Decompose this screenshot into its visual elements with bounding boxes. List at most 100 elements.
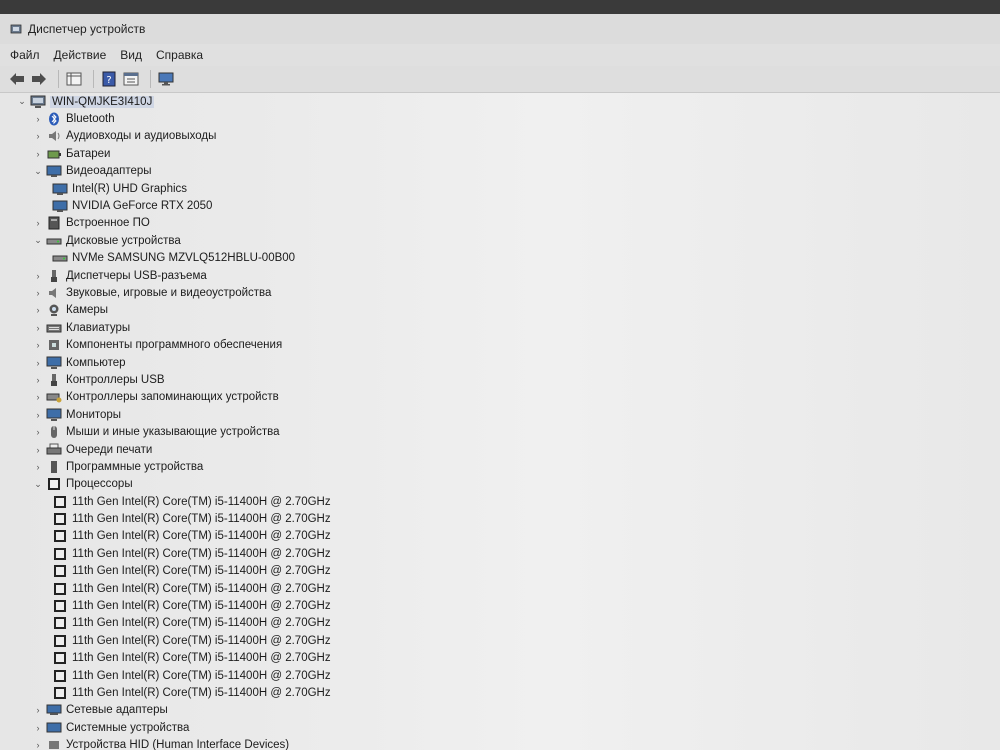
tree-device-label: 11th Gen Intel(R) Core(TM) i5-11400H @ 2… xyxy=(72,600,331,613)
audio-icon xyxy=(46,129,62,143)
chevron-right-icon[interactable]: › xyxy=(32,358,44,368)
tree-device-node[interactable]: 11th Gen Intel(R) Core(TM) i5-11400H @ 2… xyxy=(0,545,1000,562)
tree-device-label: 11th Gen Intel(R) Core(TM) i5-11400H @ 2… xyxy=(72,530,331,543)
chevron-right-icon[interactable]: › xyxy=(32,375,44,385)
menu-help[interactable]: Справка xyxy=(156,48,203,62)
back-button[interactable] xyxy=(8,70,26,88)
firmware-icon xyxy=(46,216,62,230)
tree-category-node[interactable]: ⌄ Дисковые устройства xyxy=(0,232,1000,249)
tree-device-node[interactable]: 11th Gen Intel(R) Core(TM) i5-11400H @ 2… xyxy=(0,684,1000,701)
tree-category-node[interactable]: › Системные устройства xyxy=(0,719,1000,736)
chevron-down-icon[interactable]: ⌄ xyxy=(16,96,28,107)
tree-category-node[interactable]: › Контроллеры запоминающих устройств xyxy=(0,389,1000,406)
menu-file[interactable]: Файл xyxy=(10,48,40,62)
properties-button[interactable] xyxy=(122,70,140,88)
tree-category-node[interactable]: › Очереди печати xyxy=(0,441,1000,458)
printer-icon xyxy=(46,443,62,457)
tree-category-node[interactable]: › Камеры xyxy=(0,302,1000,319)
system-device-icon xyxy=(46,721,62,735)
tree-device-node[interactable]: 11th Gen Intel(R) Core(TM) i5-11400H @ 2… xyxy=(0,528,1000,545)
chevron-right-icon[interactable]: › xyxy=(32,340,44,350)
tree-category-node[interactable]: › Батареи xyxy=(0,145,1000,162)
tree-category-label: Видеоадаптеры xyxy=(66,165,152,178)
tree-category-node[interactable]: ⌄ Процессоры xyxy=(0,476,1000,493)
tree-device-node[interactable]: NVMe SAMSUNG MZVLQ512HBLU-00B00 xyxy=(0,250,1000,267)
monitor-small-icon xyxy=(52,182,68,196)
show-hide-console-tree-button[interactable] xyxy=(65,70,83,88)
chevron-right-icon[interactable]: › xyxy=(32,392,44,402)
tree-device-node[interactable]: 11th Gen Intel(R) Core(TM) i5-11400H @ 2… xyxy=(0,580,1000,597)
tree-category-label: Контроллеры запоминающих устройств xyxy=(66,391,279,404)
title-bar: Диспетчер устройств xyxy=(0,14,1000,44)
tree-category-node[interactable]: › Встроенное ПО xyxy=(0,215,1000,232)
menu-view[interactable]: Вид xyxy=(120,48,142,62)
processor-icon xyxy=(46,477,62,491)
tree-device-node[interactable]: 11th Gen Intel(R) Core(TM) i5-11400H @ 2… xyxy=(0,510,1000,527)
cpu-icon xyxy=(52,634,68,648)
chevron-down-icon[interactable]: ⌄ xyxy=(32,235,44,246)
tree-category-label: Клавиатуры xyxy=(66,321,131,334)
tree-category-node[interactable]: › Клавиатуры xyxy=(0,319,1000,336)
cpu-icon xyxy=(52,599,68,613)
chevron-right-icon[interactable]: › xyxy=(32,323,44,333)
scan-hardware-button[interactable] xyxy=(157,70,175,88)
chevron-right-icon[interactable]: › xyxy=(32,740,44,750)
tree-category-node[interactable]: › Сетевые адаптеры xyxy=(0,702,1000,719)
tree-device-node[interactable]: 11th Gen Intel(R) Core(TM) i5-11400H @ 2… xyxy=(0,632,1000,649)
tree-category-label: Диспетчеры USB-разъема xyxy=(66,269,207,282)
tree-device-node[interactable]: 11th Gen Intel(R) Core(TM) i5-11400H @ 2… xyxy=(0,667,1000,684)
tree-device-node[interactable]: 11th Gen Intel(R) Core(TM) i5-11400H @ 2… xyxy=(0,650,1000,667)
tree-category-node[interactable]: ⌄ Видеоадаптеры xyxy=(0,163,1000,180)
chevron-down-icon[interactable]: ⌄ xyxy=(32,166,44,177)
tree-root-node[interactable]: ⌄ WIN-QMJKE3I410J xyxy=(0,93,1000,110)
chevron-right-icon[interactable]: › xyxy=(32,410,44,420)
tree-category-label: Системные устройства xyxy=(66,721,190,734)
tree-category-label: Программные устройства xyxy=(66,460,204,473)
tree-device-node[interactable]: 11th Gen Intel(R) Core(TM) i5-11400H @ 2… xyxy=(0,563,1000,580)
tree-device-node[interactable]: 11th Gen Intel(R) Core(TM) i5-11400H @ 2… xyxy=(0,493,1000,510)
network-adapter-icon xyxy=(46,703,62,717)
chevron-right-icon[interactable]: › xyxy=(32,288,44,298)
chevron-down-icon[interactable]: ⌄ xyxy=(32,479,44,490)
properties-icon xyxy=(123,72,139,86)
tree-category-node[interactable]: › Звуковые, игровые и видеоустройства xyxy=(0,284,1000,301)
chevron-right-icon[interactable]: › xyxy=(32,131,44,141)
camera-icon xyxy=(46,303,62,317)
chevron-right-icon[interactable]: › xyxy=(32,305,44,315)
tree-category-node[interactable]: › Мыши и иные указывающие устройства xyxy=(0,423,1000,440)
tree-category-label: Мониторы xyxy=(66,408,122,421)
usb-icon xyxy=(46,373,62,387)
usb-connector-icon xyxy=(46,269,62,283)
storage-controller-icon xyxy=(46,390,62,404)
tree-device-node[interactable]: 11th Gen Intel(R) Core(TM) i5-11400H @ 2… xyxy=(0,615,1000,632)
tree-category-node[interactable]: › Мониторы xyxy=(0,406,1000,423)
tree-category-node[interactable]: › Bluetooth xyxy=(0,110,1000,127)
chevron-right-icon[interactable]: › xyxy=(32,218,44,228)
chevron-right-icon[interactable]: › xyxy=(32,149,44,159)
monitor-small-icon xyxy=(52,199,68,213)
chevron-right-icon[interactable]: › xyxy=(32,427,44,437)
chevron-right-icon[interactable]: › xyxy=(32,445,44,455)
forward-button[interactable] xyxy=(30,70,48,88)
tree-category-node[interactable]: › Контроллеры USB xyxy=(0,371,1000,388)
tree-root-label: WIN-QMJKE3I410J xyxy=(50,95,155,108)
tree-category-node[interactable]: › Программные устройства xyxy=(0,458,1000,475)
tree-device-node[interactable]: NVIDIA GeForce RTX 2050 xyxy=(0,197,1000,214)
tree-category-node[interactable]: › Компоненты программного обеспечения xyxy=(0,336,1000,353)
chevron-right-icon[interactable]: › xyxy=(32,271,44,281)
help-button[interactable]: ? xyxy=(100,70,118,88)
tree-category-node[interactable]: › Компьютер xyxy=(0,354,1000,371)
display-adapter-icon xyxy=(46,164,62,178)
chevron-right-icon[interactable]: › xyxy=(32,114,44,124)
keyboard-icon xyxy=(46,321,62,335)
cpu-icon xyxy=(52,686,68,700)
chevron-right-icon[interactable]: › xyxy=(32,723,44,733)
menu-action[interactable]: Действие xyxy=(54,48,107,62)
tree-category-node[interactable]: › Диспетчеры USB-разъема xyxy=(0,267,1000,284)
chevron-right-icon[interactable]: › xyxy=(32,462,44,472)
tree-device-node[interactable]: Intel(R) UHD Graphics xyxy=(0,180,1000,197)
chevron-right-icon[interactable]: › xyxy=(32,705,44,715)
tree-category-node[interactable]: › Аудиовходы и аудиовыходы xyxy=(0,128,1000,145)
tree-device-node[interactable]: 11th Gen Intel(R) Core(TM) i5-11400H @ 2… xyxy=(0,597,1000,614)
tree-category-node[interactable]: › Устройства HID (Human Interface Devices… xyxy=(0,736,1000,750)
